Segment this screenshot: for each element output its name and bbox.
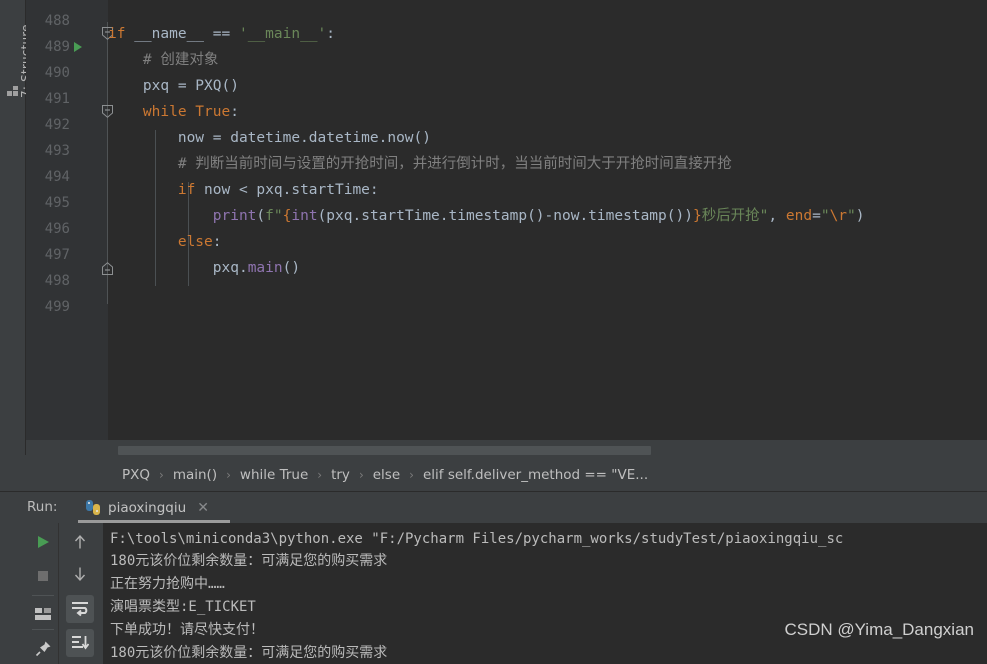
line-number: 491 (44, 91, 70, 107)
run-tool-window: Run: piaoxingqiu ✕ F:\tools\miniconda3\p… (0, 491, 987, 664)
code-line: print(f"{int(pxq.startTime.timestamp()-n… (212, 208, 865, 224)
breadcrumb-item-while-true[interactable]: while True (240, 467, 308, 483)
left-tool-strip: 7: Structure (0, 0, 33, 455)
breadcrumb-item-try[interactable]: try (331, 467, 350, 483)
run-window-header: Run: piaoxingqiu ✕ (0, 492, 987, 523)
breadcrumb-separator-icon: › (226, 468, 231, 482)
console-line: 180元该价位剩余数量：可满足您的购买需求 (110, 645, 388, 661)
run-tab-piaoxingqiu[interactable]: piaoxingqiu ✕ (78, 492, 217, 523)
rerun-button[interactable] (30, 529, 56, 555)
run-tab-label: piaoxingqiu (108, 499, 187, 516)
breadcrumb-item-main[interactable]: main() (173, 467, 217, 483)
code-editor[interactable]: 488 489 490 491 492 493 494 495 496 497 … (26, 0, 987, 440)
breadcrumb-separator-icon: › (159, 468, 164, 482)
watermark-text: CSDN @Yima_Dangxian (784, 620, 974, 639)
code-line-comment: # 判断当前时间与设置的开抢时间，并进行倒计时，当当前时间大于开抢时间直接开抢 (177, 156, 732, 172)
breadcrumb-item-else[interactable]: else (373, 467, 400, 483)
code-line-comment: # 创建对象 (142, 52, 219, 68)
toolbar-divider (32, 629, 54, 630)
breadcrumb-separator-icon: › (409, 468, 414, 482)
pin-icon (35, 641, 50, 656)
restore-layout-button[interactable] (30, 601, 56, 627)
stop-button[interactable] (30, 563, 56, 589)
editor-horizontal-scrollbar[interactable] (108, 444, 987, 456)
line-number: 496 (44, 221, 70, 237)
run-toolbar-secondary (59, 523, 103, 664)
python-file-icon (86, 500, 101, 515)
line-number: 497 (44, 247, 70, 263)
line-number: 488 (44, 13, 70, 29)
close-icon[interactable]: ✕ (197, 501, 209, 515)
layout-icon (35, 608, 51, 620)
arrow-down-icon (74, 567, 86, 582)
run-toolbar-primary (26, 523, 59, 664)
line-number: 499 (44, 299, 70, 315)
pin-tab-button[interactable] (30, 635, 56, 661)
editor-gutter[interactable]: 488 489 490 491 492 493 494 495 496 497 … (26, 0, 113, 440)
line-number: 493 (44, 143, 70, 159)
line-number: 492 (44, 117, 70, 133)
breadcrumb-item-elif[interactable]: elif self.deliver_method == "VE... (423, 467, 648, 483)
code-line: else: (177, 234, 222, 250)
code-line: while True: (142, 104, 239, 120)
soft-wrap-icon (72, 602, 88, 617)
run-gutter-icon[interactable] (74, 42, 82, 52)
breadcrumb-separator-icon: › (358, 468, 364, 482)
code-text-area[interactable]: if __name__ == '__main__': # 创建对象 pxq = … (108, 0, 987, 440)
up-stack-trace-button[interactable] (67, 529, 93, 555)
toolbar-divider (32, 595, 54, 596)
code-line: pxq = PXQ() (108, 78, 239, 94)
line-number: 494 (44, 169, 70, 185)
breadcrumb: PXQ › main() › while True › try › else ›… (26, 459, 987, 491)
scroll-to-end-icon (72, 636, 89, 650)
code-line: if now < pxq.startTime: (177, 182, 379, 198)
code-line: pxq.main() (108, 260, 301, 276)
line-number: 490 (44, 65, 70, 81)
scrollbar-thumb[interactable] (118, 446, 651, 455)
breadcrumb-item-pxq[interactable]: PXQ (122, 467, 150, 483)
code-line: if __name__ == '__main__': (108, 26, 336, 42)
play-icon (38, 536, 49, 548)
run-console-output[interactable]: F:\tools\miniconda3\python.exe "F:/Pycha… (103, 523, 987, 664)
arrow-up-icon (74, 534, 86, 549)
run-window-label: Run: (27, 499, 58, 515)
scroll-to-end-button[interactable] (66, 629, 94, 657)
breadcrumb-separator-icon: › (317, 468, 323, 482)
structure-icon (7, 86, 20, 98)
pycharm-window: 7: Structure 488 489 490 491 492 493 494… (0, 0, 987, 664)
console-line: 下单成功！请尽快支付！ (110, 622, 264, 638)
console-line: 180元该价位剩余数量：可满足您的购买需求 (110, 553, 388, 569)
code-line: now = datetime.datetime.now() (108, 130, 432, 146)
stop-icon (38, 571, 48, 581)
console-line: 演唱票类型:E_TICKET (110, 599, 256, 615)
down-stack-trace-button[interactable] (67, 561, 93, 587)
line-number: 489 (44, 39, 70, 55)
sidebar-tab-structure[interactable]: 7: Structure (0, 0, 33, 120)
soft-wrap-button[interactable] (66, 595, 94, 623)
line-number: 495 (44, 195, 70, 211)
line-number: 498 (44, 273, 70, 289)
console-line: 正在努力抢购中…… (110, 576, 225, 592)
